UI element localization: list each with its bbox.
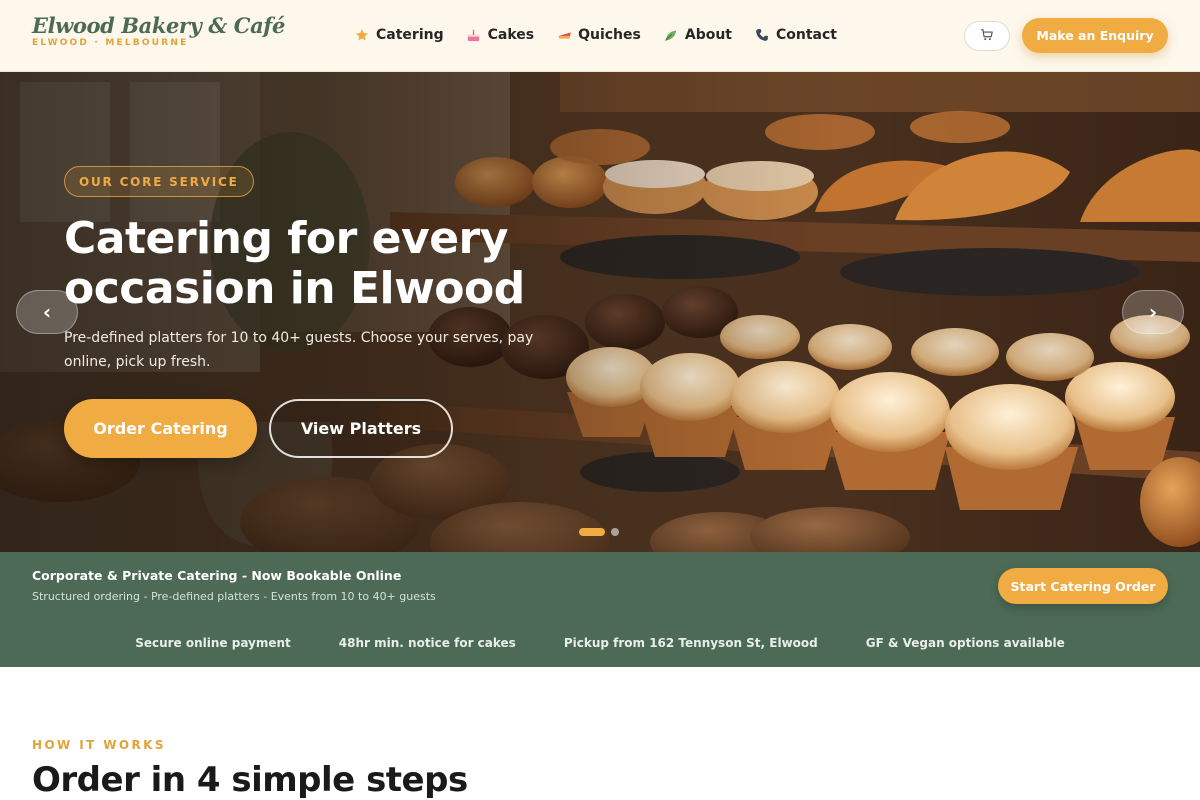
- nav-item-contact[interactable]: Contact: [754, 22, 837, 48]
- phone-icon: [754, 27, 770, 43]
- feature-list: Secure online payment 48hr min. notice f…: [0, 636, 1200, 650]
- nav-item-label: Cakes: [487, 27, 535, 43]
- catering-banner: Corporate & Private Catering - Now Booka…: [0, 552, 1200, 667]
- nav-item-about[interactable]: About: [663, 22, 732, 48]
- section-title: Order in 4 simple steps: [32, 760, 468, 800]
- feature-item: Pickup from 162 Tennyson St, Elwood: [563, 636, 818, 650]
- carousel-dot-active[interactable]: [579, 528, 605, 536]
- logo-wordmark: Elwood Bakery & Café: [32, 13, 285, 38]
- leaf-icon: [663, 27, 679, 43]
- banner-title: Corporate & Private Catering - Now Booka…: [32, 568, 402, 583]
- hero-subtitle: Pre-defined platters for 10 to 40+ guest…: [64, 330, 534, 370]
- main-nav: Catering Cakes Quiches About Contact: [354, 22, 837, 48]
- pie-icon: [556, 27, 572, 43]
- nav-item-label: Contact: [776, 27, 837, 43]
- nav-item-cakes[interactable]: Cakes: [466, 22, 534, 48]
- nav-item-catering[interactable]: Catering: [354, 22, 444, 48]
- cake-icon: [466, 27, 482, 43]
- carousel-dot[interactable]: [611, 528, 619, 536]
- carousel-next-button[interactable]: ›: [1122, 290, 1184, 334]
- nav-item-label: Catering: [376, 27, 444, 43]
- hero-badge: OUR CORE SERVICE: [64, 166, 254, 197]
- section-eyebrow: HOW IT WORKS: [32, 738, 166, 752]
- logo-tagline: ELWOOD · MELBOURNE: [32, 38, 189, 48]
- carousel-indicators: [579, 528, 619, 536]
- carousel-prev-button[interactable]: ‹: [16, 290, 78, 334]
- logo[interactable]: Elwood Bakery & Café ELWOOD · MELBOURNE: [32, 14, 285, 49]
- nav-item-quiches[interactable]: Quiches: [556, 22, 641, 48]
- cart-icon: [980, 27, 994, 46]
- cart-button[interactable]: [964, 21, 1010, 51]
- star-icon: [354, 27, 370, 43]
- feature-item: GF & Vegan options available: [865, 636, 1065, 650]
- banner-subtitle: Structured ordering - Pre-defined platte…: [32, 590, 436, 603]
- feature-item: Secure online payment: [135, 636, 291, 650]
- feature-item: 48hr min. notice for cakes: [338, 636, 516, 650]
- view-platters-button[interactable]: View Platters: [269, 399, 453, 458]
- nav-item-label: About: [684, 27, 732, 43]
- nav-item-label: Quiches: [578, 27, 641, 43]
- order-catering-button[interactable]: Order Catering: [64, 399, 257, 458]
- chevron-right-icon: ›: [1148, 300, 1158, 324]
- hero-title: Catering for every occasion in Elwood: [64, 213, 525, 314]
- chevron-left-icon: ‹: [42, 300, 52, 324]
- site-header: Elwood Bakery & Café ELWOOD · MELBOURNE …: [0, 0, 1200, 72]
- make-enquiry-button[interactable]: Make an Enquiry: [1022, 18, 1168, 53]
- hero-carousel: OUR CORE SERVICE Catering for every occa…: [0, 72, 1200, 552]
- start-catering-order-button[interactable]: Start Catering Order: [998, 568, 1168, 604]
